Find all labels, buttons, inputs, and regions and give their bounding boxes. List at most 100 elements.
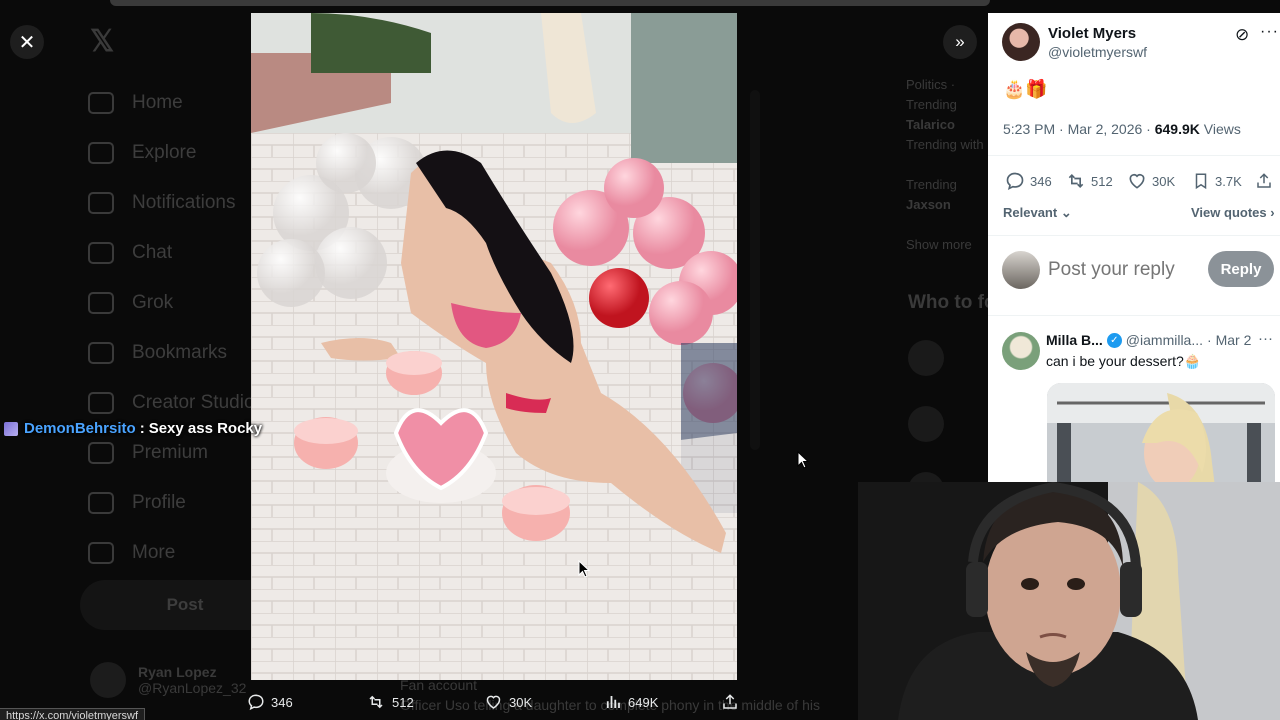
chat-text: Sexy ass Rocky: [148, 420, 263, 437]
heart-icon: [486, 695, 501, 709]
webcam-overlay: [858, 482, 1280, 720]
view-quotes-label: View quotes: [1191, 205, 1267, 220]
bookmark-icon: [1195, 173, 1207, 190]
chat-badge-icon: [4, 421, 18, 436]
reply-header: Milla B... ✓ @iammilla... · Mar 2: [1046, 332, 1251, 348]
show-more-link[interactable]: Show more: [906, 235, 988, 255]
home-icon: [88, 92, 114, 114]
chat-username[interactable]: DemonBehrsito: [24, 420, 136, 437]
tweet-text: 🎂🎁: [1003, 79, 1048, 99]
tweet-meta: 5:23 PM · Mar 2, 2026 · 649.9K Views: [1003, 121, 1241, 137]
repost-count: 512: [392, 694, 414, 710]
bell-icon: [88, 192, 114, 214]
chevron-down-icon: ⌄: [1057, 205, 1072, 220]
reply-count: 346: [271, 694, 293, 710]
reply-input[interactable]: [1048, 259, 1198, 281]
media-action-bar: 346 512 30K 649K: [0, 690, 987, 720]
repost-count: 512: [1091, 173, 1113, 189]
media-image[interactable]: [251, 13, 737, 680]
reply-icon: [248, 694, 264, 711]
close-icon: ✕: [18, 31, 36, 54]
heart-icon: [1129, 173, 1145, 189]
views-action[interactable]: 649K: [604, 693, 658, 711]
reply-date[interactable]: · Mar 2: [1207, 332, 1251, 348]
sidebar-item-notifications[interactable]: Notifications: [88, 178, 258, 228]
more-icon[interactable]: ···: [1260, 23, 1279, 41]
reply-button[interactable]: Reply: [1208, 251, 1274, 287]
like-count: 30K: [509, 694, 533, 710]
repost-icon: [1068, 173, 1084, 189]
sidebar-item-bookmarks[interactable]: Bookmarks: [88, 328, 258, 378]
avatar[interactable]: [1002, 23, 1040, 61]
share-icon: [723, 694, 737, 709]
reply-author-name[interactable]: Milla B...: [1046, 332, 1103, 348]
reply-action[interactable]: 346: [247, 693, 293, 711]
author-handle[interactable]: @violetmyerswf: [1048, 44, 1147, 60]
person-icon: [88, 492, 114, 514]
account-name: Ryan Lopez: [138, 664, 217, 680]
avatar[interactable]: [908, 340, 944, 376]
close-button[interactable]: ✕: [10, 25, 44, 59]
grok-icon[interactable]: ⊘: [1235, 25, 1249, 45]
repost-stat[interactable]: 512: [1066, 171, 1113, 191]
chat-separator: :: [139, 420, 145, 437]
creator-icon: [88, 392, 114, 414]
sidebar-item-chat[interactable]: Chat: [88, 228, 258, 278]
view-quotes-link[interactable]: View quotes ›: [1191, 205, 1275, 220]
sort-dropdown[interactable]: Relevant ⌄: [1003, 205, 1072, 221]
tweet-views-count: 649.9K: [1154, 121, 1200, 137]
tweet-time[interactable]: 5:23 PM · Mar 2, 2026 ·: [1003, 121, 1155, 137]
mouse-cursor-icon: [578, 560, 590, 578]
double-chevron-right-icon: »: [955, 32, 965, 51]
more-circle-icon: [88, 542, 114, 564]
more-icon[interactable]: ···: [1258, 330, 1273, 347]
reply-count: 346: [1030, 173, 1052, 189]
share-stat[interactable]: [1255, 171, 1278, 191]
like-stat[interactable]: 30K: [1127, 171, 1175, 191]
tweet-views-label: Views: [1199, 121, 1241, 137]
webcam-illustration: [858, 482, 1280, 720]
repost-icon: [369, 695, 383, 709]
expand-button[interactable]: »: [943, 25, 977, 59]
sidebar-item-explore[interactable]: Explore: [88, 128, 258, 178]
trend-category: Trending: [906, 177, 957, 192]
avatar[interactable]: [1002, 251, 1040, 289]
screen: 𝕏 Home Explore Notifications Chat Grok B…: [0, 0, 1280, 720]
divider: [988, 315, 1280, 316]
divider: [988, 235, 1280, 236]
sidebar-item-more[interactable]: More: [88, 528, 258, 578]
reply-icon: [1006, 172, 1024, 191]
timeline-shadow: [750, 90, 760, 450]
trend-name[interactable]: Jaxson: [906, 195, 988, 215]
share-action[interactable]: [721, 693, 745, 711]
stream-chat-message: DemonBehrsito : Sexy ass Rocky: [4, 420, 262, 437]
sidebar-item-home[interactable]: Home: [88, 78, 258, 128]
divider: [988, 155, 1280, 156]
reply-stat[interactable]: 346: [1005, 171, 1052, 191]
grok-icon: [88, 292, 114, 314]
repost-action[interactable]: 512: [366, 693, 414, 711]
like-action[interactable]: 30K: [484, 693, 532, 711]
browser-topbar: [110, 0, 990, 6]
sidebar-nav: Home Explore Notifications Chat Grok Boo…: [88, 78, 258, 578]
views-count: 649K: [628, 694, 659, 710]
x-logo-icon[interactable]: 𝕏: [90, 24, 114, 59]
views-icon: [606, 696, 620, 708]
verified-badge-icon: ✓: [1106, 332, 1122, 348]
link-status-url: https://x.com/violetmyerswf: [0, 708, 146, 720]
trend-sub: Trending with: [906, 137, 984, 152]
sidebar-item-profile[interactable]: Profile: [88, 478, 258, 528]
photo-illustration: [251, 13, 737, 680]
tweet-author[interactable]: Violet Myers @violetmyerswf: [1002, 23, 1147, 61]
avatar[interactable]: [1002, 332, 1040, 370]
trend-name[interactable]: Talarico: [906, 115, 988, 135]
bookmark-stat[interactable]: 3.7K: [1192, 171, 1242, 191]
x-premium-icon: [88, 442, 114, 464]
sidebar-item-grok[interactable]: Grok: [88, 278, 258, 328]
reply-author-handle[interactable]: @iammilla...: [1126, 332, 1203, 348]
avatar[interactable]: [908, 406, 944, 442]
mouse-cursor-icon: [797, 451, 809, 469]
bookmark-icon: [88, 342, 114, 364]
author-name[interactable]: Violet Myers: [1048, 25, 1147, 42]
tweet-stats: 346 512 30K 3.7K: [1003, 171, 1275, 193]
